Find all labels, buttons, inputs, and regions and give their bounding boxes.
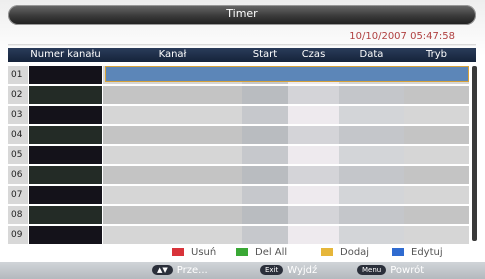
footer-menu-label: Powrót <box>390 265 425 276</box>
footer-exit[interactable]: Exit Wyjdź <box>260 262 317 279</box>
row-number: 07 <box>8 186 28 204</box>
table-row[interactable]: 02 <box>8 86 476 104</box>
footer-exit-label: Wyjdź <box>287 265 318 276</box>
header-data: Data <box>359 49 384 60</box>
header-czas: Czas <box>301 49 326 60</box>
page-title: Timer <box>226 7 258 20</box>
header-tryb: Tryb <box>425 49 447 60</box>
legend-del-all-label: Del All <box>255 247 288 258</box>
row-number: 04 <box>8 126 28 144</box>
table-row[interactable]: 05 <box>8 146 476 164</box>
header-start: Start <box>252 49 278 60</box>
legend-dodaj[interactable]: Dodaj <box>321 245 369 261</box>
yellow-key-icon <box>321 248 333 256</box>
red-key-icon <box>172 248 184 256</box>
legend-del-all[interactable]: Del All <box>236 245 287 261</box>
header-kanal: Kanał <box>158 49 187 60</box>
legend-usun-label: Usuń <box>191 247 217 258</box>
menu-key-icon: Menu <box>357 265 387 275</box>
footer-navigate[interactable]: ▲▼ Prze... <box>152 262 208 279</box>
color-key-legend: Usuń Del All Dodaj Edytuj <box>0 245 485 261</box>
footer-navigate-label: Prze... <box>176 265 208 276</box>
footer-menu[interactable]: Menu Powrót <box>357 262 424 279</box>
table-row[interactable]: 08 <box>8 206 476 224</box>
exit-key-icon: Exit <box>260 265 284 275</box>
table-row[interactable]: 04 <box>8 126 476 144</box>
scrollbar[interactable] <box>472 66 477 241</box>
legend-usun[interactable]: Usuń <box>172 245 216 261</box>
table-row[interactable]: 07 <box>8 186 476 204</box>
row-number: 02 <box>8 86 28 104</box>
navigate-key-icon: ▲▼ <box>152 265 173 275</box>
timer-table: Numer kanału Kanał Start Czas Data Tryb … <box>8 48 477 244</box>
selected-row-highlight[interactable] <box>105 66 469 82</box>
timer-screen: Timer 10/10/2007 05:47:58 Numer kanału K… <box>0 0 485 279</box>
header-numer-kanalu: Numer kanału <box>30 49 101 60</box>
green-key-icon <box>236 248 248 256</box>
divider <box>8 44 476 46</box>
row-number: 08 <box>8 206 28 224</box>
legend-dodaj-label: Dodaj <box>340 247 370 258</box>
datetime: 10/10/2007 05:47:58 <box>349 31 455 42</box>
footer-bar: ▲▼ Prze... Exit Wyjdź Menu Powrót <box>0 262 485 279</box>
legend-edytuj-label: Edytuj <box>411 247 443 258</box>
row-number: 01 <box>8 66 28 84</box>
row-number: 05 <box>8 146 28 164</box>
table-row[interactable]: 03 <box>8 106 476 124</box>
blue-key-icon <box>392 248 404 256</box>
title-bar: Timer <box>8 5 476 25</box>
table-header: Numer kanału Kanał Start Czas Data Tryb <box>8 48 476 62</box>
row-number: 03 <box>8 106 28 124</box>
table-row[interactable]: 09 <box>8 226 476 244</box>
row-number: 06 <box>8 166 28 184</box>
table-row[interactable]: 06 <box>8 166 476 184</box>
legend-edytuj[interactable]: Edytuj <box>392 245 443 261</box>
row-number: 09 <box>8 226 28 244</box>
